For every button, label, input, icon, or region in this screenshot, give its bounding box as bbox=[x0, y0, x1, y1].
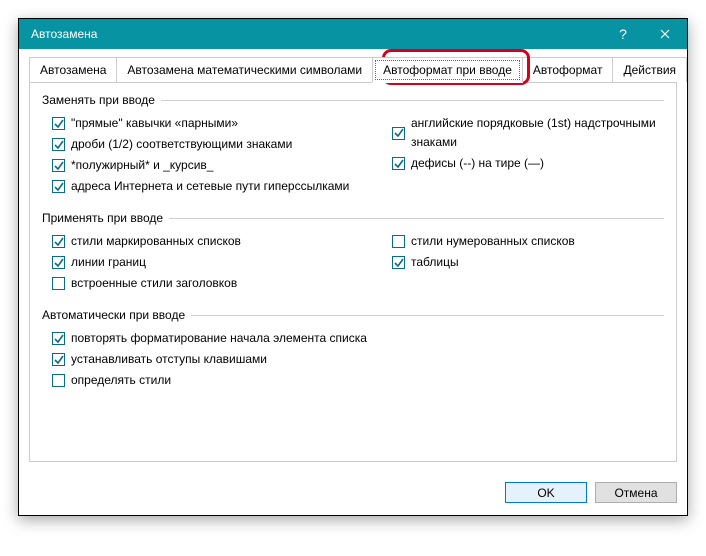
group-replace-title: Заменять при вводе bbox=[42, 93, 155, 107]
checkbox[interactable] bbox=[392, 256, 405, 269]
opt-repeat-format[interactable]: повторять форматирование начала элемента… bbox=[42, 328, 664, 349]
window-title: Автозамена bbox=[31, 27, 603, 41]
opt-tables[interactable]: таблицы bbox=[382, 252, 664, 273]
autocorrect-dialog: Автозамена ? Автозамена Автозамена матем… bbox=[18, 18, 688, 516]
opt-straight-quotes[interactable]: "прямые" кавычки «парными» bbox=[42, 113, 382, 134]
checkbox[interactable] bbox=[392, 157, 405, 170]
close-icon bbox=[660, 29, 670, 39]
checkbox[interactable] bbox=[52, 235, 65, 248]
ok-button[interactable]: OK bbox=[505, 482, 587, 503]
opt-define-styles[interactable]: определять стили bbox=[42, 370, 664, 391]
opt-bold-italic[interactable]: *полужирный* и _курсив_ bbox=[42, 155, 382, 176]
checkbox[interactable] bbox=[52, 138, 65, 151]
tab-autoformat-as-type[interactable]: Автоформат при вводе bbox=[372, 57, 523, 83]
tab-strip: Автозамена Автозамена математическими си… bbox=[29, 57, 677, 83]
opt-bulleted-lists[interactable]: стили маркированных списков bbox=[42, 231, 382, 252]
group-auto-title: Автоматически при вводе bbox=[42, 308, 185, 322]
checkbox[interactable] bbox=[52, 332, 65, 345]
checkbox[interactable] bbox=[52, 180, 65, 193]
checkbox[interactable] bbox=[52, 159, 65, 172]
opt-heading-styles[interactable]: встроенные стили заголовков bbox=[42, 273, 382, 294]
opt-tab-indents[interactable]: устанавливать отступы клавишами bbox=[42, 349, 664, 370]
tab-math-symbols[interactable]: Автозамена математическими символами bbox=[116, 57, 373, 82]
opt-ordinals[interactable]: английские порядковые (1st) надстрочными… bbox=[382, 113, 664, 153]
opt-hyperlinks[interactable]: адреса Интернета и сетевые пути гиперссы… bbox=[42, 176, 382, 197]
checkbox[interactable] bbox=[52, 277, 65, 290]
tab-autoformat[interactable]: Автоформат bbox=[522, 57, 614, 82]
group-replace: Заменять при вводе "прямые" кавычки «пар… bbox=[42, 93, 664, 197]
checkbox[interactable] bbox=[52, 353, 65, 366]
tab-actions[interactable]: Действия bbox=[612, 57, 687, 82]
opt-border-lines[interactable]: линии границ bbox=[42, 252, 382, 273]
tab-autoreplace[interactable]: Автозамена bbox=[29, 57, 117, 82]
checkbox[interactable] bbox=[392, 127, 405, 140]
cancel-button[interactable]: Отмена bbox=[595, 482, 677, 503]
group-apply: Применять при вводе стили маркированных … bbox=[42, 211, 664, 294]
close-button[interactable] bbox=[643, 19, 687, 49]
tab-panel: Заменять при вводе "прямые" кавычки «пар… bbox=[29, 83, 677, 462]
checkbox[interactable] bbox=[392, 235, 405, 248]
checkbox[interactable] bbox=[52, 374, 65, 387]
opt-numbered-lists[interactable]: стили нумерованных списков bbox=[382, 231, 664, 252]
titlebar: Автозамена ? bbox=[19, 19, 687, 49]
opt-hyphens-dash[interactable]: дефисы (--) на тире (—) bbox=[382, 153, 664, 174]
checkbox[interactable] bbox=[52, 117, 65, 130]
opt-fractions[interactable]: дроби (1/2) соответствующими знаками bbox=[42, 134, 382, 155]
group-auto: Автоматически при вводе повторять формат… bbox=[42, 308, 664, 391]
group-apply-title: Применять при вводе bbox=[42, 211, 163, 225]
dialog-footer: OK Отмена bbox=[19, 472, 687, 515]
help-button[interactable]: ? bbox=[603, 19, 643, 49]
checkbox[interactable] bbox=[52, 256, 65, 269]
